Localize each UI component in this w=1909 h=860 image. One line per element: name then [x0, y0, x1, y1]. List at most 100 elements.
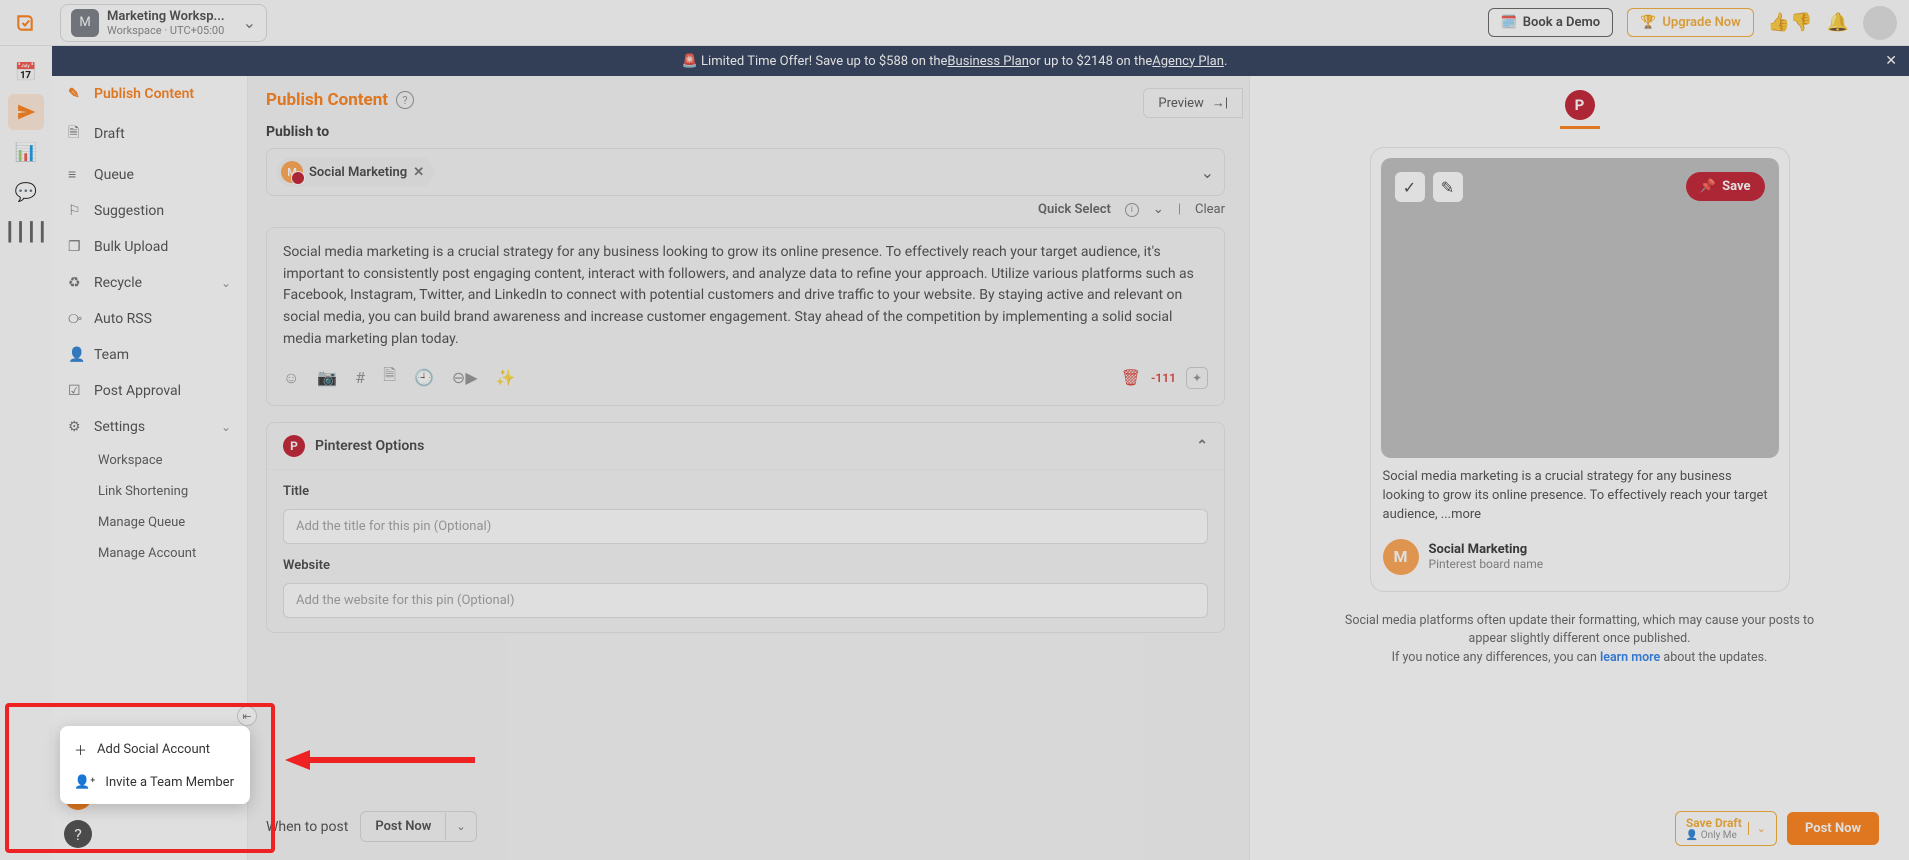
chevron-down-icon: ⌄ [221, 420, 231, 434]
pin-website-label: Website [283, 558, 1208, 573]
chevron-down-icon: ⌄ [243, 13, 256, 32]
chevron-down-icon[interactable]: ⌄ [1153, 202, 1164, 217]
account-name: Social Marketing [309, 165, 407, 180]
post-now-button[interactable]: Post Now [1787, 812, 1879, 845]
info-icon[interactable]: ? [396, 91, 414, 109]
book-demo-button[interactable]: 🗓️ Book a Demo [1488, 8, 1614, 37]
when-to-post-value: Post Now [361, 812, 445, 841]
popup-invite-team[interactable]: 👤⁺ Invite a Team Member [60, 767, 250, 798]
chevron-down-icon[interactable]: ⌄ [1201, 163, 1214, 182]
collapse-sidebar-icon[interactable]: ⇤ [237, 706, 257, 726]
banner-text-1: 🚨 Limited Time Offer! Save up to $588 on… [682, 54, 948, 69]
sidebar-item-approval[interactable]: ☑ Post Approval [52, 373, 247, 409]
clock-icon[interactable]: 🕘 [414, 368, 434, 387]
hashtag-icon[interactable]: # [355, 368, 365, 387]
composer: Social media marketing is a crucial stra… [266, 227, 1225, 406]
sidebar-sub-queue[interactable]: Manage Queue [82, 507, 247, 538]
chevron-down-icon: ⌄ [445, 813, 475, 840]
bookmark-icon: ⚐ [68, 203, 84, 219]
sidebar-label: Auto RSS [94, 311, 152, 327]
workspace-sub: Workspace · UTC+05:00 [107, 24, 225, 37]
book-demo-label: Book a Demo [1523, 15, 1600, 30]
rail-calendar-icon[interactable]: 📅 [8, 54, 44, 90]
preview-toggle[interactable]: Preview →| [1143, 88, 1243, 118]
quick-select-label: Quick Select [1038, 202, 1111, 217]
save-draft-button[interactable]: Save Draft 👤 Only Me ⌄ [1675, 811, 1777, 846]
promo-banner: 🚨 Limited Time Offer! Save up to $588 on… [0, 46, 1909, 76]
check-icon[interactable]: ✓ [1395, 172, 1425, 202]
sidebar-label: Recycle [94, 275, 142, 291]
sidebar-label: Bulk Upload [94, 239, 168, 255]
recycle-icon: ♻ [68, 275, 84, 291]
tag-icon[interactable]: ⊖▶ [452, 368, 478, 387]
upgrade-button[interactable]: 🏆 Upgrade Now [1627, 8, 1754, 37]
gear-icon: ⚙ [68, 419, 84, 435]
sidebar-item-settings[interactable]: ⚙ Settings ⌄ [52, 409, 247, 445]
app-logo[interactable] [12, 10, 38, 36]
when-to-post-select[interactable]: Post Now ⌄ [360, 811, 476, 842]
sidebar-item-recycle[interactable]: ♻ Recycle ⌄ [52, 265, 247, 301]
layers-icon: ❐ [68, 239, 84, 255]
camera-icon[interactable]: 📷 [317, 368, 337, 387]
pin-description: Social media marketing is a crucial stra… [1381, 468, 1779, 525]
pin-save-button[interactable]: 📌 Save [1686, 172, 1765, 201]
sidebar-label: Settings [94, 419, 145, 435]
user-avatar[interactable] [1863, 6, 1897, 40]
clear-button[interactable]: Clear [1195, 202, 1225, 217]
sidebar-item-bulk[interactable]: ❐ Bulk Upload [52, 229, 247, 265]
sidebar-item-publish[interactable]: ✎ Publish Content [52, 76, 247, 112]
bell-icon[interactable]: 🔔 [1827, 12, 1849, 33]
edit-icon[interactable]: ✎ [1433, 172, 1463, 202]
banner-link-business[interactable]: Business Plan [947, 54, 1028, 69]
sidebar-label: Manage Queue [98, 515, 185, 530]
rail-waveform-icon[interactable]: ┃┃┃┃ [8, 214, 44, 250]
info-icon[interactable]: i [1125, 203, 1139, 217]
sidebar-item-suggestion[interactable]: ⚐ Suggestion [52, 193, 247, 229]
pinterest-options-header[interactable]: P Pinterest Options ⌃ [267, 423, 1224, 470]
magic-wand-icon[interactable]: ✦ [1186, 367, 1208, 389]
help-button[interactable]: ? [64, 820, 92, 848]
close-icon[interactable]: ✕ [1885, 53, 1897, 69]
sidebar-sub-link[interactable]: Link Shortening [82, 476, 247, 507]
sidebar-sub-workspace[interactable]: Workspace [82, 445, 247, 476]
sidebar-sub-account[interactable]: Manage Account [82, 538, 247, 569]
popup-add-social[interactable]: ＋ Add Social Account [60, 732, 250, 767]
workspace-switcher[interactable]: M Marketing Worksp... Workspace · UTC+05… [60, 4, 267, 42]
feedback-icon[interactable]: 👍👎 [1768, 12, 1813, 33]
banner-link-agency[interactable]: Agency Plan [1152, 54, 1224, 69]
popup-label: Add Social Account [97, 742, 210, 757]
save-draft-sub: Only Me [1701, 830, 1737, 841]
pin-icon: 📌 [1700, 179, 1716, 194]
composer-textarea[interactable]: Social media marketing is a crucial stra… [283, 242, 1208, 352]
sidebar-label: Draft [94, 126, 125, 142]
learn-more-link[interactable]: learn more [1600, 650, 1660, 665]
emoji-icon[interactable]: ☺ [283, 368, 299, 388]
rail-chat-icon[interactable]: 💬 [8, 174, 44, 210]
account-selector[interactable]: M Social Marketing ✕ ⌄ [266, 148, 1225, 196]
ai-icon[interactable]: ✨ [496, 368, 516, 387]
popup-label: Invite a Team Member [105, 775, 234, 790]
sidebar-item-team[interactable]: 👤 Team [52, 337, 247, 373]
account-chip[interactable]: M Social Marketing ✕ [277, 157, 434, 187]
rail-publish-icon[interactable] [8, 94, 44, 130]
rail-analytics-icon[interactable]: 📊 [8, 134, 44, 170]
pinterest-icon: P [283, 435, 305, 457]
pin-website-input[interactable] [283, 583, 1208, 618]
preview-note-1: Social media platforms often update thei… [1340, 612, 1820, 650]
chevron-down-icon: ⌄ [221, 276, 231, 290]
publish-to-label: Publish to [266, 124, 1225, 140]
pin-title-input[interactable] [283, 509, 1208, 544]
trash-icon[interactable]: 🗑 [1121, 368, 1141, 387]
sidebar-item-queue[interactable]: ≡ Queue [52, 156, 247, 193]
template-icon[interactable]: 🗎 [383, 364, 396, 391]
pin-preview-card: ✓ ✎ 📌 Save Social media marketing is a c… [1370, 147, 1790, 592]
sidebar-item-draft[interactable]: 🗎 Draft [52, 112, 247, 156]
pinterest-options: P Pinterest Options ⌃ Title Website [266, 422, 1225, 633]
sidebar-label: Team [94, 347, 129, 363]
workspace-name: Marketing Worksp... [107, 9, 225, 24]
pin-user-name: Social Marketing [1429, 542, 1544, 557]
chevron-up-icon: ⌃ [1196, 438, 1208, 454]
sidebar-item-autorss[interactable]: ⧂ Auto RSS [52, 301, 247, 337]
remove-account-icon[interactable]: ✕ [413, 165, 424, 180]
preview-tab-pinterest[interactable]: P [1565, 90, 1595, 120]
